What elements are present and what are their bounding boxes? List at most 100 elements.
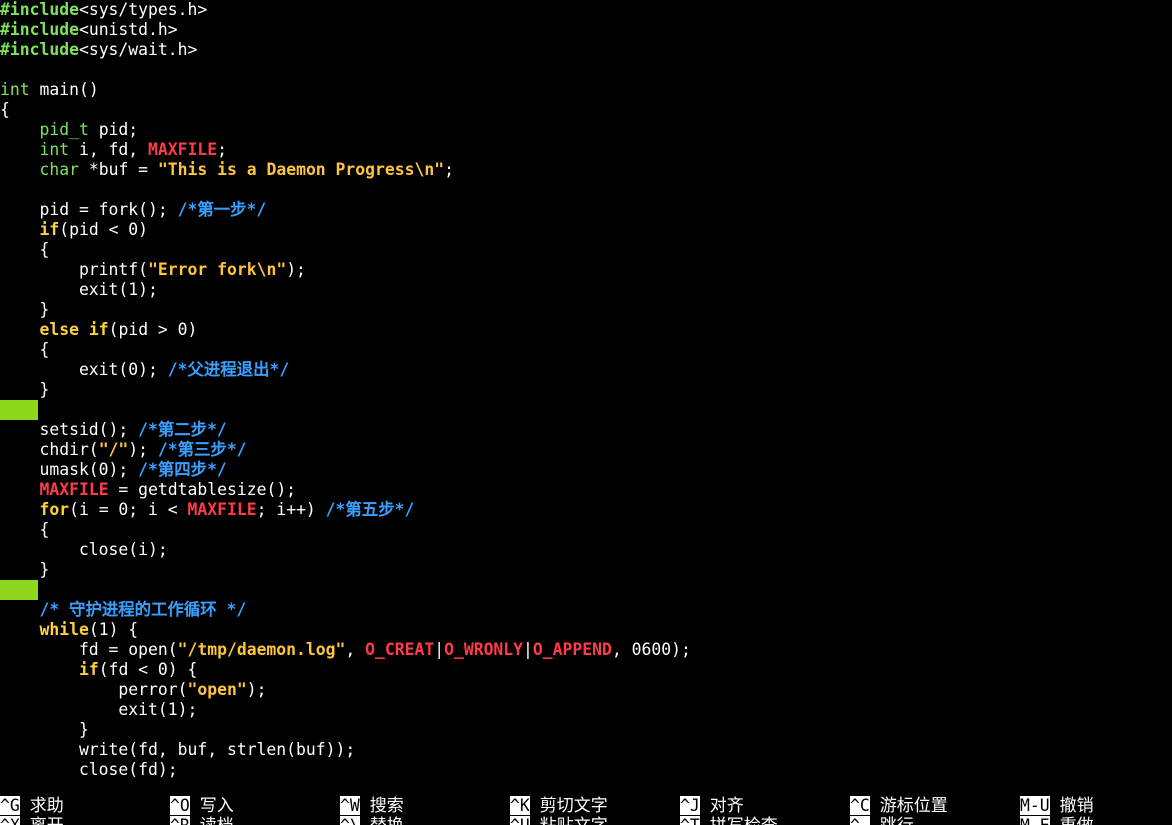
code-token-type: int xyxy=(0,80,30,99)
code-token-plain: close(fd); xyxy=(0,760,178,779)
shortcut-label: 撤销 xyxy=(1059,796,1094,816)
code-line[interactable]: { xyxy=(0,240,1172,260)
code-line[interactable]: else if(pid > 0) xyxy=(0,320,1172,340)
code-line[interactable]: pid_t pid; xyxy=(0,120,1172,140)
code-line[interactable]: char *buf = "This is a Daemon Progress\n… xyxy=(0,160,1172,180)
code-line[interactable]: write(fd, buf, strlen(buf)); xyxy=(0,740,1172,760)
code-token-plain: write(fd, buf, strlen(buf)); xyxy=(0,740,356,759)
code-line[interactable]: #include<sys/wait.h> xyxy=(0,40,1172,60)
code-line[interactable]: int i, fd, MAXFILE; xyxy=(0,140,1172,160)
shortcut-item[interactable]: ^O 写入 xyxy=(170,796,234,816)
code-line[interactable]: if(pid < 0) xyxy=(0,220,1172,240)
shortcut-item[interactable]: ^G 求助 xyxy=(0,796,64,816)
shortcut-key: M-E xyxy=(1020,816,1050,825)
code-line[interactable] xyxy=(0,180,1172,200)
code-line[interactable]: } xyxy=(0,300,1172,320)
code-token-comment: /*父进程退出*/ xyxy=(167,360,290,379)
code-line[interactable]: pid = fork(); /*第一步*/ xyxy=(0,200,1172,220)
shortcut-key: ^R xyxy=(170,816,190,825)
shortcut-item[interactable]: ^K 剪切文字 xyxy=(510,796,608,816)
shortcut-item[interactable]: ^X 离开 xyxy=(0,816,64,825)
code-line[interactable]: int main() xyxy=(0,80,1172,100)
code-line[interactable]: { xyxy=(0,100,1172,120)
code-token-plain: <unistd.h> xyxy=(78,20,178,39)
shortcut-key: ^O xyxy=(170,796,190,815)
code-token-plain: , xyxy=(345,640,366,659)
trailing-whitespace-marker xyxy=(0,400,38,420)
code-line[interactable]: fd = open("/tmp/daemon.log", O_CREAT|O_W… xyxy=(0,640,1172,660)
code-line[interactable]: perror("open"); xyxy=(0,680,1172,700)
code-line[interactable]: for(i = 0; i < MAXFILE; i++) /*第五步*/ xyxy=(0,500,1172,520)
code-line[interactable]: { xyxy=(0,520,1172,540)
shortcut-bar: ^G 求助 ^O 写入 ^W 搜索 ^K 剪切文字 ^J 对齐 ^C 游标位置 M-U 撤销 ^X 离开 ^R… xyxy=(0,796,1172,825)
code-line[interactable]: exit(1); xyxy=(0,700,1172,720)
shortcut-item[interactable]: ^J 对齐 xyxy=(680,796,744,816)
code-token-plain: (pid > 0) xyxy=(108,320,198,339)
code-line[interactable]: /* 守护进程的工作循环 */ xyxy=(0,600,1172,620)
code-token-plain: ; i++) xyxy=(256,500,326,519)
code-line[interactable]: setsid(); /*第二步*/ xyxy=(0,420,1172,440)
code-token-plain: ); xyxy=(128,440,158,459)
code-token-macro: MAXFILE xyxy=(39,480,109,499)
code-token-kw: else xyxy=(39,320,79,339)
shortcut-item[interactable]: ^\ 替换 xyxy=(340,816,404,825)
code-line[interactable]: #include<unistd.h> xyxy=(0,20,1172,40)
shortcut-item[interactable]: ^R 读档 xyxy=(170,816,234,825)
code-line[interactable]: MAXFILE = getdtablesize(); xyxy=(0,480,1172,500)
code-token-plain: } xyxy=(0,720,89,739)
code-token-plain: printf( xyxy=(0,260,149,279)
code-line[interactable]: #include<sys/types.h> xyxy=(0,0,1172,20)
shortcut-item[interactable]: ^_ 跳行 xyxy=(850,816,914,825)
code-line[interactable]: } xyxy=(0,380,1172,400)
code-token-comment: /*第四步*/ xyxy=(138,460,227,479)
shortcut-label: 写入 xyxy=(199,796,234,816)
code-line[interactable] xyxy=(0,400,1172,420)
code-token-macro: O_CREAT xyxy=(365,640,435,659)
code-token-kw: if xyxy=(39,220,60,239)
code-line[interactable]: { xyxy=(0,340,1172,360)
code-token-pre: #include xyxy=(0,0,79,19)
code-line[interactable]: if(fd < 0) { xyxy=(0,660,1172,680)
shortcut-key: ^U xyxy=(510,816,530,825)
code-token-plain: } xyxy=(0,380,50,399)
code-line[interactable]: while(1) { xyxy=(0,620,1172,640)
code-line[interactable]: } xyxy=(0,560,1172,580)
code-token-plain: close(i); xyxy=(0,540,168,559)
code-token-type: pid_t xyxy=(39,120,89,139)
shortcut-item[interactable]: ^C 游标位置 xyxy=(850,796,948,816)
code-token-plain: chdir( xyxy=(0,440,99,459)
code-line[interactable] xyxy=(0,580,1172,600)
code-token-plain: ; xyxy=(444,160,454,179)
code-line[interactable]: } xyxy=(0,720,1172,740)
code-line[interactable]: close(fd); xyxy=(0,760,1172,780)
shortcut-item[interactable]: ^T 拼写检查 xyxy=(680,816,778,825)
shortcut-label: 剪切文字 xyxy=(539,796,608,816)
shortcut-item[interactable]: ^W 搜索 xyxy=(340,796,404,816)
shortcut-item[interactable]: M-E 重做 xyxy=(1020,816,1094,825)
code-line[interactable]: exit(1); xyxy=(0,280,1172,300)
shortcut-item[interactable]: M-U 撤销 xyxy=(1020,796,1094,816)
code-editor[interactable]: #include<sys/types.h> #include<unistd.h> #… xyxy=(0,0,1172,785)
code-line[interactable]: umask(0); /*第四步*/ xyxy=(0,460,1172,480)
code-token-comment: /* 守护进程的工作循环 */ xyxy=(39,600,247,619)
code-line[interactable]: printf("Error fork\n"); xyxy=(0,260,1172,280)
shortcut-label: 替换 xyxy=(370,816,404,825)
code-token-comment: /*第三步*/ xyxy=(157,440,247,459)
code-line[interactable]: close(i); xyxy=(0,540,1172,560)
shortcut-label: 搜索 xyxy=(369,796,404,816)
code-line[interactable]: exit(0); /*父进程退出*/ xyxy=(0,360,1172,380)
code-line[interactable]: chdir("/"); /*第三步*/ xyxy=(0,440,1172,460)
code-token-comment: /*第五步*/ xyxy=(325,500,415,519)
code-line[interactable] xyxy=(0,60,1172,80)
shortcut-key: M-U xyxy=(1020,796,1050,815)
shortcut-item[interactable]: ^U 粘贴文字 xyxy=(510,816,608,825)
code-token-str: "Error fork\n" xyxy=(148,260,287,279)
code-token-kw: while xyxy=(39,620,89,639)
code-token-plain: (pid < 0) xyxy=(59,220,149,239)
shortcut-key: ^X xyxy=(0,816,20,825)
